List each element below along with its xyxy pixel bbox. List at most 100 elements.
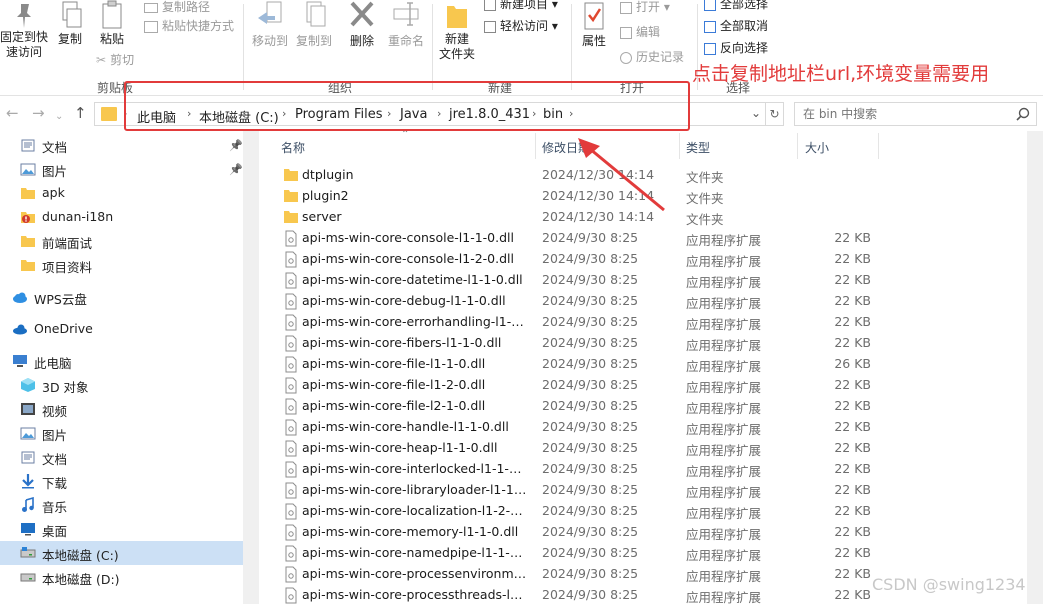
nav-item[interactable]: 文档 [0,445,243,469]
file-type: 应用程序扩展 [686,548,762,563]
copy-to-button[interactable]: 复制到 [292,0,336,49]
file-row[interactable]: api-ms-win-core-console-l1-1-0.dll 2024/9… [259,228,1043,249]
column-divider[interactable] [535,133,536,159]
file-row[interactable]: api-ms-win-core-errorhandling-l1-1-... 20… [259,312,1043,333]
file-row[interactable]: api-ms-win-core-namedpipe-l1-1-0.dll 2024… [259,543,1043,564]
select-none-label: 全部取消 [720,19,769,33]
column-header-name[interactable]: 名称 [281,139,305,156]
nav-item[interactable]: 前端面试 [0,229,243,253]
file-name: api-ms-win-core-interlocked-l1-1-0.dll [302,461,528,476]
column-divider[interactable] [878,133,879,159]
file-row[interactable]: api-ms-win-core-file-l2-1-0.dll 2024/9/30… [259,396,1043,417]
rename-button[interactable]: 重命名 [384,0,428,49]
pin-quick-access-button[interactable]: 固定到快 速访问 [0,0,48,60]
up-arrow-icon[interactable]: ↑ [74,105,87,122]
file-row[interactable]: api-ms-win-core-debug-l1-1-0.dll 2024/9/3… [259,291,1043,312]
nav-item[interactable]: 本地磁盘 (D:) [0,565,243,589]
select-all-icon [704,0,716,11]
copy-button[interactable]: 复制 [52,0,88,47]
history-button[interactable]: 历史记录 [620,50,684,65]
file-row[interactable]: api-ms-win-core-file-l1-1-0.dll 2024/9/30… [259,354,1043,375]
move-to-button[interactable]: 移动到 [248,0,292,49]
nav-item[interactable]: apk [0,181,243,205]
new-folder-button[interactable]: 新建 文件夹 [436,0,478,62]
forward-arrow-icon[interactable]: → [32,105,45,122]
invert-selection-icon [704,42,716,55]
cut-button[interactable]: ✂ 剪切 [96,53,134,68]
file-row[interactable]: api-ms-win-core-handle-l1-1-0.dll 2024/9/… [259,417,1043,438]
nav-item[interactable]: 图片 [0,421,243,445]
nav-item[interactable]: 音乐 [0,493,243,517]
nav-item[interactable]: OneDrive [0,317,243,341]
copy-path-icon [144,2,158,13]
back-arrow-icon[interactable]: ← [6,105,19,122]
new-item-button[interactable]: 新建项目 ▾ [484,0,558,12]
navigation-scrollbar[interactable] [243,131,259,604]
nav-item-label: 项目资料 [42,260,93,275]
file-name: api-ms-win-core-file-l1-2-0.dll [302,377,486,392]
paste-button[interactable]: 粘贴 [94,0,130,47]
nav-item[interactable]: 3D 对象 [0,373,243,397]
refresh-button[interactable]: ↻ [766,102,784,126]
edit-icon [620,26,632,39]
folder-icon [283,188,299,205]
file-row[interactable]: api-ms-win-core-datetime-l1-1-0.dll 2024/… [259,270,1043,291]
nav-item[interactable]: 视频 [0,397,243,421]
nav-item[interactable]: 下载 [0,469,243,493]
file-date: 2024/9/30 8:25 [542,587,639,602]
file-row[interactable]: api-ms-win-core-localization-l1-2-0.dll 2… [259,501,1043,522]
file-row[interactable]: api-ms-win-core-console-l1-2-0.dll 2024/9… [259,249,1043,270]
pinned-icon: 📌 [229,163,243,176]
file-row[interactable]: api-ms-win-core-file-l1-2-0.dll 2024/9/30… [259,375,1043,396]
file-list-scrollbar[interactable] [1027,131,1043,604]
file-type: 应用程序扩展 [686,464,762,479]
file-row[interactable]: api-ms-win-core-libraryloader-l1-1-0....… [259,480,1043,501]
nav-item[interactable]: 图片 📌 [0,157,243,181]
column-divider[interactable] [797,133,798,159]
file-row[interactable]: api-ms-win-core-fibers-l1-1-0.dll 2024/9/… [259,333,1043,354]
copy-path-button[interactable]: 复制路径 [144,0,210,15]
select-none-icon [704,20,716,33]
nav-item[interactable]: WPS云盘 [0,285,243,309]
file-name: api-ms-win-core-handle-l1-1-0.dll [302,419,509,434]
music-icon [20,496,36,513]
paste-shortcut-button[interactable]: 粘贴快捷方式 [144,19,234,34]
file-row[interactable]: api-ms-win-core-heap-l1-1-0.dll 2024/9/30… [259,438,1043,459]
file-date: 2024/9/30 8:25 [542,461,639,476]
open-button[interactable]: 打开 ▾ [620,0,670,15]
dll-file-icon [283,272,299,289]
dll-file-icon [283,440,299,457]
easy-access-button[interactable]: 轻松访问 ▾ [484,19,558,34]
desktop-icon [20,521,36,537]
dll-file-icon [283,335,299,352]
file-type: 文件夹 [686,212,724,227]
column-header-size[interactable]: 大小 [805,139,829,156]
nav-item[interactable]: 项目资料 [0,253,243,277]
address-dropdown-chevron-icon[interactable]: ⌄ [751,106,761,120]
file-size: 22 KB [834,461,871,476]
file-row[interactable]: api-ms-win-core-interlocked-l1-1-0.dll 20… [259,459,1043,480]
recent-locations-chevron-icon[interactable]: ⌄ [55,108,63,125]
search-box[interactable] [794,102,1037,126]
invert-selection-button[interactable]: 反向选择 [704,41,768,56]
edit-button[interactable]: 编辑 [620,25,660,40]
column-divider[interactable] [679,133,680,159]
select-all-button[interactable]: 全部选择 [704,0,768,12]
nav-item[interactable]: 本地磁盘 (C:) [0,541,243,565]
file-row[interactable]: api-ms-win-core-memory-l1-1-0.dll 2024/9/… [259,522,1043,543]
search-input[interactable] [803,105,1003,123]
nav-item[interactable]: 文档 📌 [0,133,243,157]
new-item-icon [484,0,496,11]
delete-button[interactable]: 删除 [344,0,380,49]
search-icon[interactable] [1016,107,1030,121]
properties-button[interactable]: 属性 [574,0,614,49]
file-name: dtplugin [302,167,354,182]
file-name: api-ms-win-core-errorhandling-l1-1-... [302,314,528,329]
nav-item[interactable]: dunan-i18n [0,205,243,229]
nav-item[interactable]: 桌面 [0,517,243,541]
nav-item[interactable]: 此电脑 [0,349,243,373]
folder-icon [20,257,36,273]
nav-item-label: 本地磁盘 (C:) [42,548,119,563]
column-header-type[interactable]: 类型 [686,139,710,156]
select-none-button[interactable]: 全部取消 [704,19,768,34]
